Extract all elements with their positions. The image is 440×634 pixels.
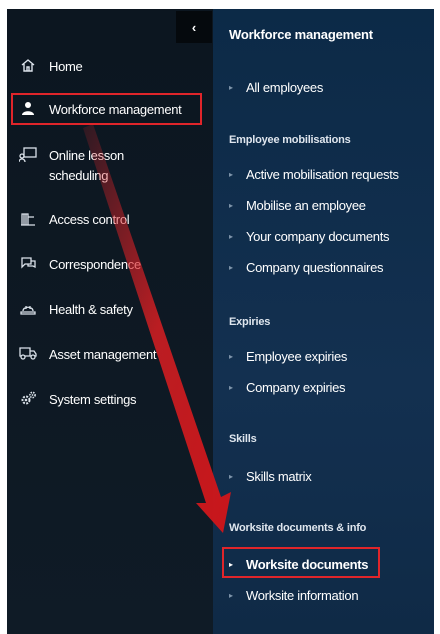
- caret-right-icon: ▸: [229, 352, 233, 361]
- link-employee-expiries[interactable]: ▸ Employee expiries: [229, 349, 347, 364]
- left-nav: ‹ Home Workforce management Online lesso…: [7, 9, 213, 634]
- link-label: Worksite information: [246, 588, 359, 603]
- nav-item-label: Asset management: [49, 347, 157, 362]
- section-header-worksite-documents-info: Worksite documents & info: [229, 522, 367, 534]
- link-label: Active mobilisation requests: [246, 167, 399, 182]
- nav-item-label: Correspondence: [49, 257, 141, 272]
- nav-item-label: Access control: [49, 212, 130, 227]
- link-label: Employee expiries: [246, 349, 348, 364]
- nav-item-system-settings[interactable]: System settings: [7, 390, 213, 410]
- caret-right-icon: ▸: [229, 263, 233, 272]
- nav-item-home[interactable]: Home: [7, 57, 213, 77]
- section-header-skills: Skills: [229, 433, 257, 445]
- link-worksite-information[interactable]: ▸ Worksite information: [229, 588, 359, 603]
- caret-right-icon: ▸: [229, 232, 233, 241]
- hardhat-icon: [18, 300, 38, 316]
- nav-item-label: Health & safety: [49, 302, 133, 317]
- link-label: Your company documents: [246, 229, 390, 244]
- panel-title: Workforce management: [229, 27, 373, 42]
- link-all-employees[interactable]: ▸ All employees: [229, 80, 323, 95]
- link-label: Mobilise an employee: [246, 198, 366, 213]
- caret-right-icon: ▸: [229, 83, 233, 92]
- link-label: All employees: [246, 80, 324, 95]
- workforce-submenu-panel: Workforce management ▸ All employees Emp…: [213, 9, 434, 634]
- chevron-left-icon: ‹: [191, 19, 197, 35]
- collapse-nav-button[interactable]: ‹: [176, 11, 212, 43]
- caret-right-icon: ▸: [229, 383, 233, 392]
- truck-icon: [18, 345, 38, 361]
- nav-item-health-safety[interactable]: Health & safety: [7, 300, 213, 320]
- navigation-menu: ‹ Home Workforce management Online lesso…: [7, 9, 434, 634]
- caret-right-icon: ▸: [229, 201, 233, 210]
- section-header-employee-mobilisations: Employee mobilisations: [229, 134, 351, 146]
- nav-item-correspondence[interactable]: Correspondence: [7, 255, 213, 275]
- caret-right-icon: ▸: [229, 591, 233, 600]
- nav-item-access-control[interactable]: Access control: [7, 210, 213, 230]
- nav-item-label: Online lesson scheduling: [49, 148, 124, 183]
- active-link-highlight: [222, 547, 380, 578]
- caret-right-icon: ▸: [229, 472, 233, 481]
- caret-right-icon: ▸: [229, 170, 233, 179]
- link-active-mobilisation-requests[interactable]: ▸ Active mobilisation requests: [229, 167, 399, 182]
- section-header-expiries: Expiries: [229, 316, 271, 328]
- link-skills-matrix[interactable]: ▸ Skills matrix: [229, 469, 312, 484]
- active-nav-highlight: [11, 93, 202, 125]
- link-company-expiries[interactable]: ▸ Company expiries: [229, 380, 346, 395]
- link-company-questionnaires[interactable]: ▸ Company questionnaires: [229, 260, 384, 275]
- home-icon: [18, 57, 38, 73]
- nav-item-online-lesson-scheduling[interactable]: Online lesson scheduling: [7, 146, 213, 186]
- nav-item-label: System settings: [49, 392, 137, 407]
- link-mobilise-an-employee[interactable]: ▸ Mobilise an employee: [229, 198, 366, 213]
- link-label: Skills matrix: [246, 469, 312, 484]
- presentation-icon: [18, 146, 38, 162]
- link-label: Company questionnaires: [246, 260, 384, 275]
- chat-icon: [18, 255, 38, 271]
- nav-item-label: Home: [49, 59, 83, 74]
- nav-item-asset-management[interactable]: Asset management: [7, 345, 213, 365]
- gears-icon: [18, 390, 38, 406]
- gate-icon: [18, 210, 38, 226]
- link-your-company-documents[interactable]: ▸ Your company documents: [229, 229, 390, 244]
- link-label: Company expiries: [246, 380, 346, 395]
